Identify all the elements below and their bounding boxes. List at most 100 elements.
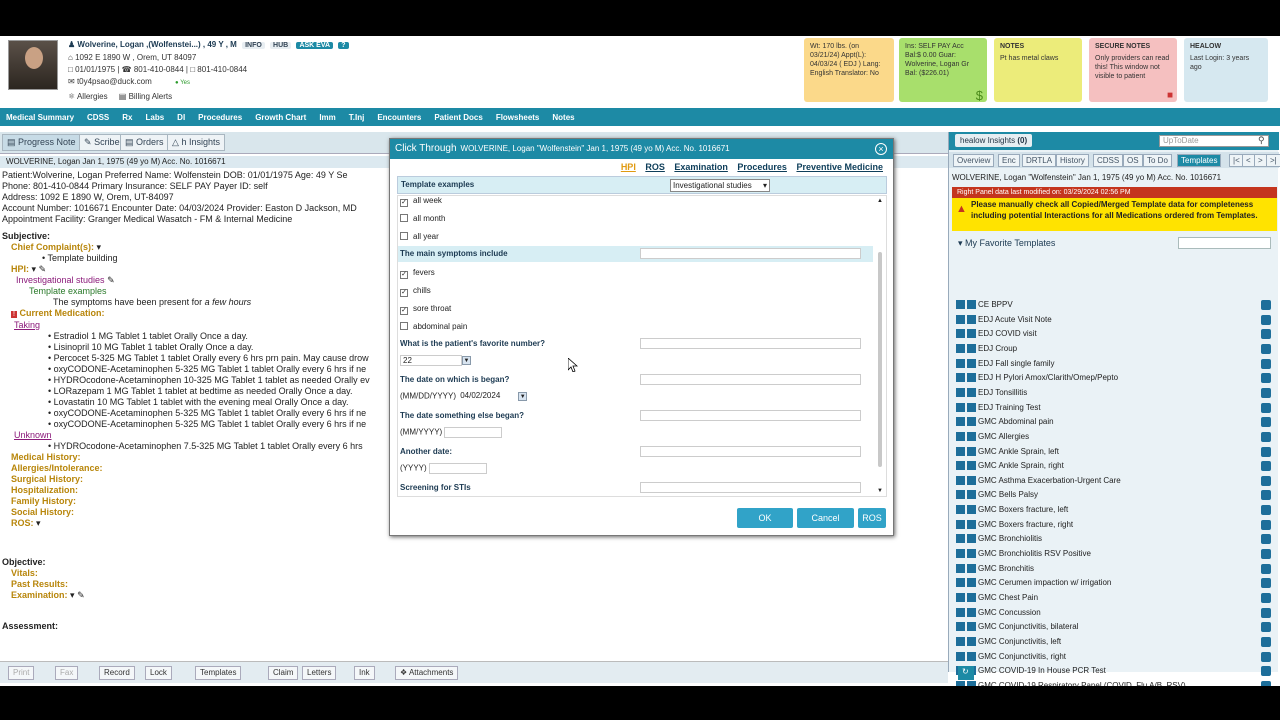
- view-icon[interactable]: [1261, 607, 1271, 618]
- plus-icon[interactable]: [967, 343, 976, 353]
- plus-icon[interactable]: [967, 329, 976, 339]
- vitals-heading[interactable]: Vitals:: [2, 568, 387, 579]
- tab-preventive-medicine[interactable]: Preventive Medicine: [796, 162, 883, 172]
- template-item[interactable]: GMC Cerumen impaction w/ irrigation: [956, 576, 1271, 590]
- ask-eva-button[interactable]: ASK EVA: [296, 42, 334, 49]
- add-icon[interactable]: [956, 519, 965, 529]
- claim-button[interactable]: Claim: [268, 666, 299, 680]
- tab-cdss[interactable]: CDSS: [1093, 154, 1124, 167]
- edit-icon[interactable]: ✎: [107, 275, 115, 285]
- add-icon[interactable]: [956, 505, 965, 515]
- family-history-heading[interactable]: Family History:: [2, 496, 387, 507]
- tab-ros[interactable]: ROS: [645, 162, 665, 172]
- checkbox-sore-throat[interactable]: ✓: [400, 307, 408, 315]
- checkbox-all-week[interactable]: ✓: [400, 199, 408, 207]
- option-all-week[interactable]: ✓ all week: [400, 196, 442, 207]
- menu-flowsheets[interactable]: Flowsheets: [496, 113, 540, 122]
- add-icon[interactable]: [956, 534, 965, 544]
- view-icon[interactable]: [1261, 666, 1271, 677]
- plus-icon[interactable]: [967, 578, 976, 588]
- dialog-scrollbar[interactable]: ▲ ▼: [876, 198, 884, 494]
- view-icon[interactable]: [1261, 680, 1271, 686]
- view-icon[interactable]: [1261, 549, 1271, 560]
- allergies-link[interactable]: Allergies: [77, 92, 108, 101]
- menu-procedures[interactable]: Procedures: [198, 113, 242, 122]
- template-item[interactable]: GMC Boxers fracture, left: [956, 503, 1271, 517]
- scroll-down-icon[interactable]: ▼: [876, 488, 884, 494]
- menu-rx[interactable]: Rx: [122, 113, 132, 122]
- medical-history-heading[interactable]: Medical History:: [2, 452, 387, 463]
- plus-icon[interactable]: [967, 461, 976, 471]
- template-item[interactable]: GMC Bronchitis: [956, 562, 1271, 576]
- view-icon[interactable]: [1261, 358, 1271, 369]
- attachments-button[interactable]: ❖ Attachments: [395, 666, 459, 680]
- notes-field[interactable]: [640, 338, 861, 349]
- add-icon[interactable]: [956, 417, 965, 427]
- template-item[interactable]: GMC Chest Pain: [956, 591, 1271, 605]
- allergy-icon[interactable]: ⚛: [68, 92, 75, 101]
- view-icon[interactable]: [1261, 622, 1271, 633]
- add-icon[interactable]: [956, 300, 965, 309]
- plus-icon[interactable]: [967, 314, 976, 324]
- tab-todo[interactable]: To Do: [1143, 154, 1172, 167]
- view-icon[interactable]: [1261, 490, 1271, 501]
- view-icon[interactable]: [1261, 300, 1271, 310]
- plus-icon[interactable]: [967, 680, 976, 686]
- plus-icon[interactable]: [967, 519, 976, 529]
- notes-field[interactable]: [640, 446, 861, 457]
- favorite-number-input[interactable]: 22 ▼: [400, 355, 471, 366]
- notes-card[interactable]: NOTES Pt has metal claws: [994, 38, 1082, 102]
- billing-icon[interactable]: ▤: [119, 92, 127, 101]
- template-item[interactable]: EDJ Acute Visit Note: [956, 313, 1271, 327]
- nav-prev-icon[interactable]: <: [1242, 154, 1255, 167]
- menu-labs[interactable]: Labs: [146, 113, 165, 122]
- plus-icon[interactable]: [967, 563, 976, 573]
- scribe-button[interactable]: ✎ Scribe: [79, 134, 125, 151]
- menu-notes[interactable]: Notes: [552, 113, 574, 122]
- refresh-icon[interactable]: ↻: [958, 666, 974, 680]
- edit-icon[interactable]: ✎: [39, 264, 47, 274]
- menu-encounters[interactable]: Encounters: [377, 113, 421, 122]
- template-item[interactable]: GMC Bells Palsy: [956, 488, 1271, 502]
- view-icon[interactable]: [1261, 431, 1271, 442]
- template-item[interactable]: EDJ Fall single family: [956, 357, 1271, 371]
- tab-drtla[interactable]: DRTLA: [1022, 154, 1057, 167]
- date-else-input[interactable]: (MM/YYYY): [400, 427, 503, 438]
- template-item[interactable]: GMC Bronchiolitis: [956, 532, 1271, 546]
- nav-last-icon[interactable]: >|: [1266, 154, 1280, 167]
- view-icon[interactable]: [1261, 475, 1271, 486]
- social-history-heading[interactable]: Social History:: [2, 507, 387, 518]
- menu-medical-summary[interactable]: Medical Summary: [6, 113, 74, 122]
- add-icon[interactable]: [956, 358, 965, 368]
- template-item[interactable]: GMC Conjunctivitis, right: [956, 650, 1271, 664]
- view-icon[interactable]: [1261, 343, 1271, 354]
- template-item[interactable]: GMC Conjunctivitis, left: [956, 635, 1271, 649]
- date-began-input[interactable]: (MM/DD/YYYY) 04/02/2024 ▼: [400, 391, 528, 402]
- plus-icon[interactable]: [967, 549, 976, 559]
- add-icon[interactable]: [956, 636, 965, 646]
- edit-icon[interactable]: ✎: [77, 590, 85, 600]
- view-icon[interactable]: [1261, 329, 1271, 340]
- plus-icon[interactable]: [967, 490, 976, 500]
- option-all-year[interactable]: all year: [400, 232, 439, 241]
- hub-button[interactable]: HUB: [270, 42, 292, 49]
- plus-icon[interactable]: [967, 300, 976, 309]
- view-icon[interactable]: [1261, 636, 1271, 647]
- checkbox-all-month[interactable]: [400, 214, 408, 222]
- record-button[interactable]: Record: [99, 666, 135, 680]
- notes-field[interactable]: [640, 248, 861, 259]
- print-button[interactable]: Print: [8, 666, 35, 680]
- plus-icon[interactable]: [967, 417, 976, 427]
- option-abdominal-pain[interactable]: abdominal pain: [400, 322, 467, 331]
- template-item[interactable]: EDJ Croup: [956, 342, 1271, 356]
- view-icon[interactable]: [1261, 314, 1271, 325]
- template-item[interactable]: GMC Allergies: [956, 430, 1271, 444]
- chevron-down-icon[interactable]: ▾: [97, 242, 102, 252]
- add-icon[interactable]: [956, 373, 965, 383]
- nav-next-icon[interactable]: >: [1254, 154, 1267, 167]
- tab-os[interactable]: OS: [1123, 154, 1143, 167]
- tab-examination[interactable]: Examination: [674, 162, 728, 172]
- add-icon[interactable]: [956, 387, 965, 397]
- add-icon[interactable]: [956, 651, 965, 661]
- template-item[interactable]: GMC Asthma Exacerbation-Urgent Care: [956, 474, 1271, 488]
